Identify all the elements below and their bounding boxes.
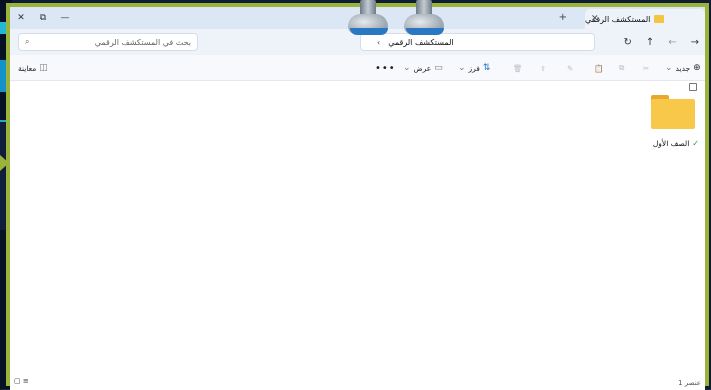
sync-check-icon: ✓ xyxy=(692,139,699,148)
folder-name: الصف الأول xyxy=(652,139,690,148)
sort-button[interactable]: ⌄ فرز ⇅ xyxy=(458,61,490,75)
sort-label: فرز xyxy=(468,63,480,73)
search-icon: ⌕ xyxy=(25,37,30,46)
rename-button[interactable]: ✎ xyxy=(567,61,573,75)
chevron-icon: › xyxy=(377,37,381,47)
new-label: جديد xyxy=(675,63,691,73)
new-button[interactable]: ⌄ جديد ⊕ xyxy=(665,61,701,75)
scissors-icon: ✂ xyxy=(643,63,650,73)
chevron-down-icon: ⌄ xyxy=(403,63,411,73)
more-options-button[interactable]: ••• xyxy=(375,61,396,75)
preview-pane-icon: ◫ xyxy=(39,63,48,73)
paste-icon: 📋 xyxy=(594,63,604,73)
right-boot xyxy=(404,0,444,36)
preview-label: معاينة xyxy=(18,63,37,73)
item-count: 1 عنصر xyxy=(678,379,701,387)
folder-body xyxy=(651,99,695,129)
layout-toggle-icon[interactable]: ▢ ≡ xyxy=(14,377,29,385)
back-icon[interactable]: → xyxy=(691,37,699,48)
maximize-window-button[interactable]: ⧉ xyxy=(32,7,54,29)
plus-circle-icon: ⊕ xyxy=(693,63,701,73)
sort-icon: ⇅ xyxy=(482,63,491,73)
explorer-window: ✕ ⧉ — + ✕ المستكشف الرقمي ⌕ بحث في المست… xyxy=(6,3,709,390)
new-tab-button[interactable]: + xyxy=(559,12,567,23)
view-button[interactable]: ⌄ عرض ▭ xyxy=(403,61,443,75)
refresh-icon[interactable]: ↻ xyxy=(623,37,631,48)
preview-button[interactable]: معاينة ◫ xyxy=(18,61,48,75)
command-toolbar: معاينة ◫ ••• ⌄ عرض ▭ ⌄ فرز ⇅ 🗑 ⇪ ✎ 📋 ⧉ ✂ xyxy=(10,55,705,81)
up-icon[interactable]: ↑ xyxy=(646,37,654,48)
window-controls: ✕ ⧉ — xyxy=(10,7,76,29)
rename-icon: ✎ xyxy=(567,63,574,73)
tab-explorer[interactable]: ✕ المستكشف الرقمي xyxy=(585,9,705,29)
file-list[interactable]: ✓ الصف الأول ▢ ≡ 1 عنصر xyxy=(10,81,705,390)
boot-sole xyxy=(406,28,444,35)
view-label: عرض xyxy=(413,63,432,73)
chevron-down-icon: ⌄ xyxy=(665,63,673,73)
desktop-background: ✕ ⧉ — + ✕ المستكشف الرقمي ⌕ بحث في المست… xyxy=(0,0,711,390)
folder-icon xyxy=(654,15,665,23)
copy-button[interactable]: ⧉ xyxy=(619,61,624,75)
paste-button[interactable]: 📋 xyxy=(594,61,603,75)
folder-icon xyxy=(651,95,695,129)
delete-button[interactable]: 🗑 xyxy=(513,61,523,75)
chevron-down-icon: ⌄ xyxy=(458,63,466,73)
character-feet-image xyxy=(334,0,444,38)
left-boot xyxy=(348,0,388,36)
status-bar: ▢ ≡ 1 عنصر xyxy=(10,377,705,390)
minimize-window-button[interactable]: — xyxy=(54,7,76,29)
breadcrumb[interactable]: المستكشف الرقمي xyxy=(388,38,453,47)
copy-icon: ⧉ xyxy=(619,63,625,72)
search-input[interactable]: ⌕ بحث في المستكشف الرقمي xyxy=(18,33,198,51)
folder-item[interactable]: ✓ الصف الأول xyxy=(639,83,699,153)
close-window-button[interactable]: ✕ xyxy=(10,7,32,29)
ellipsis-icon: ••• xyxy=(375,62,396,74)
nav-buttons: ↻ ↑ ← → xyxy=(623,33,699,51)
forward-icon[interactable]: ← xyxy=(668,37,676,48)
search-placeholder: بحث في المستكشف الرقمي xyxy=(94,37,191,47)
trash-icon: 🗑 xyxy=(513,63,523,73)
view-icon: ▭ xyxy=(434,63,443,73)
cut-button[interactable]: ✂ xyxy=(643,61,649,75)
tab-close-icon[interactable]: ✕ xyxy=(591,14,599,24)
select-checkbox[interactable] xyxy=(689,83,697,91)
share-button[interactable]: ⇪ xyxy=(540,61,546,75)
boot-sole xyxy=(350,28,388,35)
folder-label: ✓ الصف الأول xyxy=(653,139,699,148)
share-icon: ⇪ xyxy=(540,63,547,73)
